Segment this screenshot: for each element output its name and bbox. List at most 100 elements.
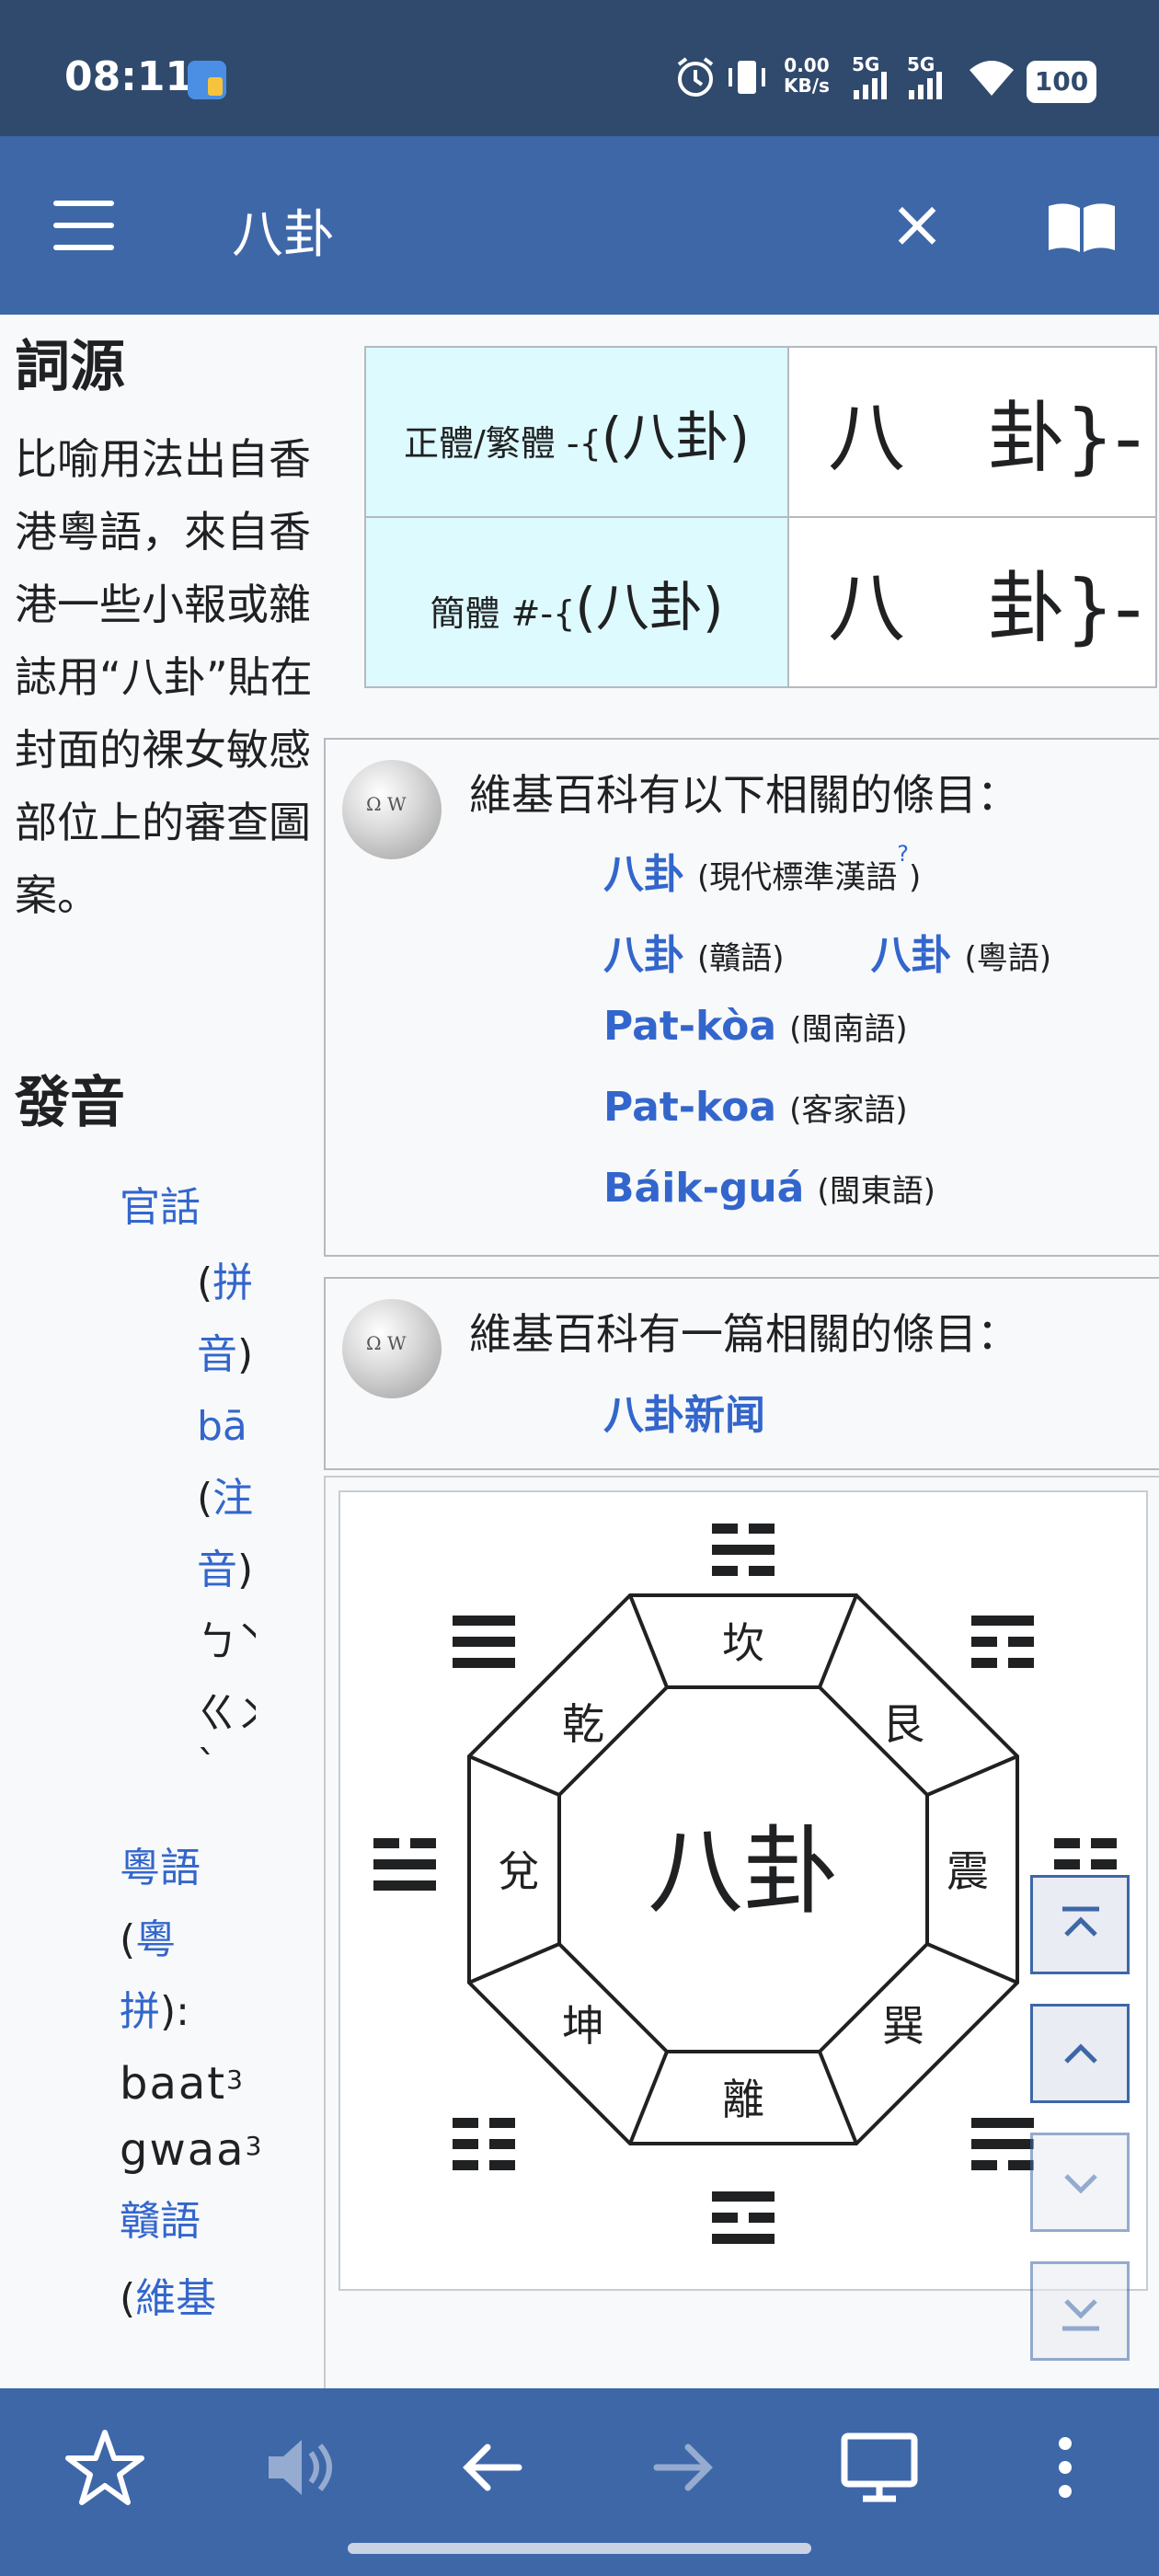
trigram-gen-icon <box>971 1616 1034 1668</box>
scroll-down-icon <box>1064 2174 1097 2194</box>
wiki-link-note: (客家語) <box>789 1092 908 1129</box>
pinyin-value[interactable]: bā <box>197 1391 256 1463</box>
star-icon <box>65 2430 144 2505</box>
pronunciation-heading: 發音 <box>15 1071 125 1135</box>
wikipedia-globe-icon <box>342 760 442 859</box>
wifi-icon <box>970 61 1014 96</box>
cantonese-pronunciation: 粵語 (粵 拼): baat3 gwaa3 贛語 (維基 <box>120 1833 322 2335</box>
character-forms-table: 正體/繁體 -{(八卦) 八卦}- 簡體 #-{(八卦) 八卦}- <box>364 346 1157 688</box>
bagua-dui: 兌 <box>498 1846 540 1896</box>
wiki-link-hak[interactable]: Pat-koa <box>603 1084 776 1131</box>
jyutping-syllable-1: baat <box>120 2058 227 2110</box>
wiki-link-note: (閩南語) <box>789 1011 908 1048</box>
gesture-navigation-bar[interactable] <box>348 2543 811 2554</box>
page-title: 八卦 <box>232 205 335 265</box>
trigram-dui-icon <box>373 1838 436 1891</box>
vibrate-icon <box>729 61 765 94</box>
hamburger-icon[interactable] <box>53 201 118 250</box>
list-item: Báik-guá (閩東語) <box>603 1165 935 1212</box>
wikipedia-box-title: 維基百科有以下相關的條目： <box>469 770 1019 820</box>
bagua-zhen: 震 <box>947 1846 989 1896</box>
form-chars-simplified[interactable]: 八卦}- <box>787 516 1157 688</box>
bookmark-button[interactable] <box>59 2421 151 2513</box>
wiki-link-news[interactable]: 八卦新闻 <box>603 1392 765 1439</box>
trigram-kan-icon <box>712 1524 775 1576</box>
wiki-link-note-close: ) <box>909 859 922 896</box>
scroll-bottom-button[interactable] <box>1030 2261 1130 2361</box>
bagua-kan: 坎 <box>722 1618 764 1668</box>
back-arrow-icon <box>463 2444 522 2491</box>
bagua-diagram: 八卦 坎 艮 震 巽 離 坤 兌 乾 <box>373 1524 1117 2244</box>
signal-2-icon <box>909 72 942 99</box>
jyutping-tone-2: 3 <box>245 2131 264 2161</box>
notification-app-icon <box>188 61 226 99</box>
jyutping-link-2[interactable]: 拼 <box>120 1988 160 2035</box>
jyutping-link[interactable]: 粵 <box>135 1916 176 1963</box>
zhuyin-link-2[interactable]: 音 <box>197 1547 237 1593</box>
wiki-link-cdo[interactable]: Báik-guá <box>603 1165 804 1212</box>
etymology-heading: 詞源 <box>15 335 125 399</box>
zhuyin-line-1: ㄅㄚ <box>197 1618 256 1665</box>
forward-button[interactable] <box>638 2421 730 2513</box>
status-bar: 08:11 0.00 KB/s 5G 5G 100 <box>0 0 1159 136</box>
trigram-xun-icon <box>971 2118 1034 2170</box>
scroll-down-button[interactable] <box>1030 2133 1130 2232</box>
bagua-center-label: 八卦 <box>648 1815 839 1927</box>
article-content: 詞源 比喻用法出自香港粵語，來自香港一些小報或雜誌用“八卦”貼在封面的裸女敏感部… <box>0 315 1159 2388</box>
zhuyin-line-2: ㄍㄨㄚ <box>197 1690 256 1737</box>
read-aloud-button[interactable] <box>252 2421 344 2513</box>
trigram-li-icon <box>712 2191 775 2244</box>
forward-arrow-icon <box>653 2444 713 2491</box>
cantonese-link[interactable]: 粵語 <box>120 1833 322 1904</box>
form-label-traditional: 正體/繁體 -{(八卦) <box>364 346 789 518</box>
wiki-link-note: (贛語) <box>697 940 785 977</box>
network-speed: 0.00 KB/s <box>784 54 830 97</box>
bagua-image[interactable]: 八卦 坎 艮 震 巽 離 坤 兌 乾 <box>339 1490 1148 2291</box>
wiki-link-gan[interactable]: 八卦 <box>603 932 684 979</box>
wikipedia-box-title: 維基百科有一篇相關的條目： <box>469 1309 1019 1359</box>
wiki-link-note: (閩東語) <box>817 1173 935 1210</box>
wikipedia-globe-icon <box>342 1299 442 1398</box>
gan-wiki-link[interactable]: 維基 <box>135 2275 216 2322</box>
table-row: 正體/繁體 -{(八卦) 八卦}- <box>364 346 1157 518</box>
mandarin-link[interactable]: 官話 <box>120 1172 201 1244</box>
bagua-li: 離 <box>722 2075 764 2124</box>
desktop-icon <box>841 2432 918 2502</box>
trigram-qian-icon <box>453 1616 515 1668</box>
form-chars-traditional[interactable]: 八卦}- <box>787 346 1157 518</box>
zhuyin-line-3: ˋ <box>197 1742 217 1789</box>
open-book-icon[interactable] <box>1045 201 1119 256</box>
trigram-kun-icon <box>453 2118 515 2170</box>
mandarin-pronunciation: (拼 音) bā (注 音) ㄅㄚ ㄍㄨㄚ ˋ <box>197 1248 261 1789</box>
jyutping-tone-1: 3 <box>226 2064 245 2095</box>
bagua-kun: 坤 <box>562 2001 604 2051</box>
alarm-icon <box>677 57 714 97</box>
help-link[interactable]: ? <box>897 841 909 867</box>
scroll-up-button[interactable] <box>1030 2004 1130 2103</box>
list-item: Pat-koa (客家語) <box>603 1084 908 1131</box>
battery-indicator: 100 <box>1027 61 1096 103</box>
pinyin-link-2[interactable]: 音 <box>197 1331 237 1378</box>
wiki-link-zh[interactable]: 八卦 <box>603 851 684 898</box>
desktop-mode-button[interactable] <box>833 2421 925 2513</box>
wiki-link-note: (粵語) <box>964 940 1052 977</box>
app-toolbar: 八卦 × <box>0 136 1159 315</box>
signal-1-icon <box>854 72 887 99</box>
bagua-qian: 乾 <box>562 1699 604 1749</box>
jyutping-syllable-2: gwaa <box>120 2124 246 2176</box>
list-item: 八卦 (現代標準漢語?) <box>603 841 921 900</box>
scroll-top-button[interactable] <box>1030 1875 1130 1974</box>
pinyin-link[interactable]: 拼 <box>212 1259 253 1306</box>
bagua-xun: 巽 <box>882 2001 924 2051</box>
gan-link[interactable]: 贛語 <box>120 2180 322 2263</box>
close-icon[interactable]: × <box>885 190 949 257</box>
list-item: 八卦新闻 <box>603 1382 765 1441</box>
back-button[interactable] <box>445 2421 537 2513</box>
more-options-button[interactable] <box>1019 2421 1111 2513</box>
zhuyin-link[interactable]: 注 <box>212 1475 253 1522</box>
list-item: Pat-kòa (閩南語) <box>603 1003 908 1050</box>
jyutping-colon: ): <box>160 1988 189 2035</box>
wiki-link-yue[interactable]: 八卦 <box>871 932 952 979</box>
status-time: 08:11 <box>64 53 194 100</box>
wiki-link-nan[interactable]: Pat-kòa <box>603 1003 776 1050</box>
